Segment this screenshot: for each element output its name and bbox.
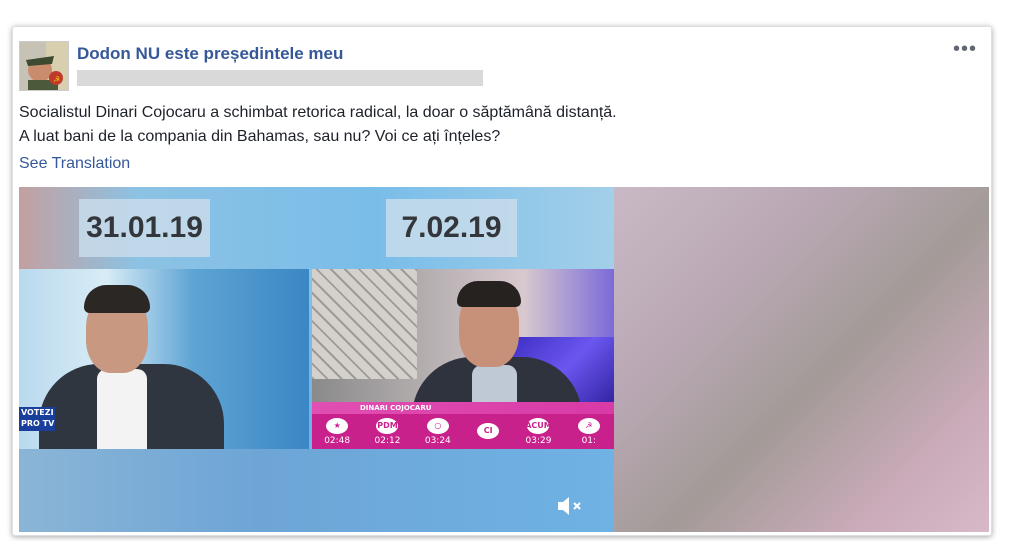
post-media: 31.01.19 7.02.19 VOTEZI PRO TV DINARI CO… [19,187,989,532]
party-time: 02:48 [324,435,351,446]
party-logo-icon: ○ [426,417,449,434]
date-label-left: 31.01.19 [79,199,210,257]
post-text: Socialistul Dinari Cojocaru a schimbat r… [19,101,617,149]
lower-third-name: DINARI COJOCARU [360,404,432,412]
party-logo-icon: ★ [326,417,349,434]
party-time: 03:24 [424,435,451,446]
party-time: 01: [581,435,597,446]
lower-third-bar [312,402,614,414]
redacted-timestamp [77,70,483,86]
muted-speaker-icon[interactable] [555,494,585,518]
party-logo-icon: ☭ [577,417,600,434]
page-name-link[interactable]: Dodon NU este președintele meu [77,44,343,64]
video-panel-right: DINARI COJOCARU ★ 02:48 PDM 02:12 ○ 03:2… [312,269,614,449]
party-score-item: ACUM 03:29 [513,414,563,449]
background-fence [312,269,417,379]
party-logo-icon: CI [477,422,500,439]
party-score-item: ○ 03:24 [413,414,463,449]
person-shirt [97,369,147,449]
party-time: 02:12 [374,435,401,446]
page-avatar[interactable]: ☭ [19,41,69,91]
party-time: 03:29 [525,435,552,446]
post-text-line: Socialistul Dinari Cojocaru a schimbat r… [19,104,617,121]
blurred-video-background [614,187,989,532]
tv-logo-line: PRO TV [21,419,55,428]
tv-logo-line: VOTEZI [21,408,54,417]
video-panel-left: VOTEZI PRO TV [19,269,309,449]
post-text-line: A luat bani de la compania din Bahamas, … [19,128,501,145]
party-score-item: PDM 02:12 [362,414,412,449]
ellipsis-icon[interactable]: ••• [953,39,977,59]
person-hair [457,281,521,307]
party-logo-icon: ACUM [525,417,552,434]
date-label-right: 7.02.19 [386,199,517,257]
see-translation-link[interactable]: See Translation [19,155,130,173]
svg-text:☭: ☭ [53,75,60,84]
party-score-bar: ★ 02:48 PDM 02:12 ○ 03:24 CI ACUM 03:29 … [312,414,614,449]
party-logo-icon: PDM [376,417,399,434]
party-score-item: ★ 02:48 [312,414,362,449]
video-player[interactable]: 31.01.19 7.02.19 VOTEZI PRO TV DINARI CO… [19,187,614,532]
party-score-item: CI [463,414,513,449]
facebook-post: ☭ Dodon NU este președintele meu ••• Soc… [12,26,992,536]
tv-channel-logo: VOTEZI PRO TV [19,407,55,431]
person-hair [84,285,150,313]
party-score-item: ☭ 01: [564,414,614,449]
video-bottom-area [19,449,614,532]
avatar-image: ☭ [20,42,68,90]
